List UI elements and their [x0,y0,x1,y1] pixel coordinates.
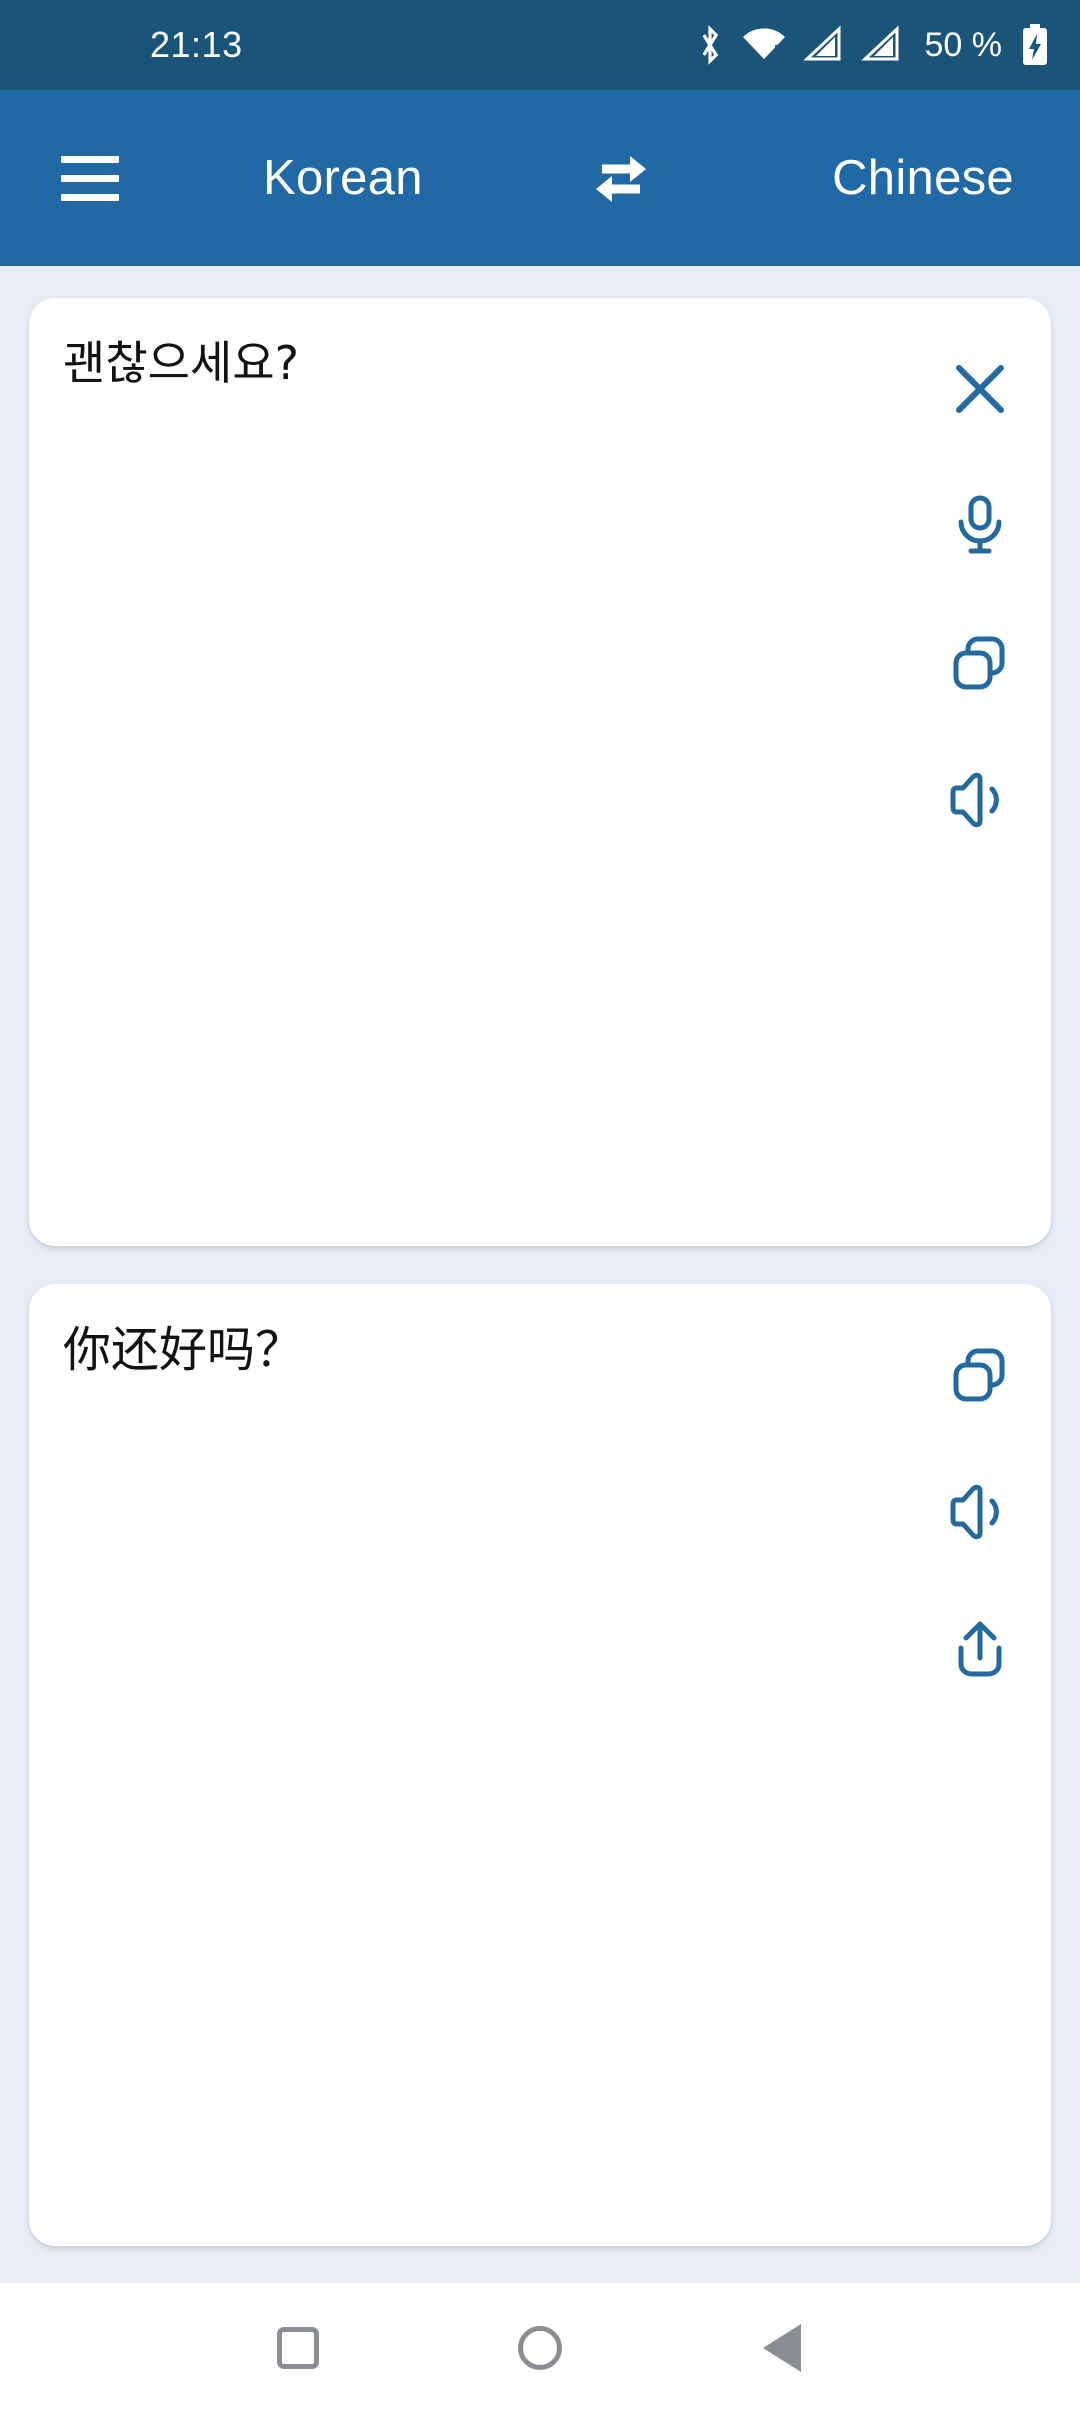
back-button[interactable] [692,2283,872,2412]
menu-icon[interactable] [52,140,128,216]
recents-button[interactable] [208,2283,388,2412]
back-icon [763,2323,801,2372]
status-bar: 21:13 50 % [0,0,1080,90]
signal-sim2-icon [860,25,903,65]
share-button[interactable] [930,1580,1030,1717]
speaker-icon [950,772,1010,828]
target-language-selector[interactable]: Chinese [832,150,1014,206]
app-screen: 21:13 50 % Korean Chinese 괜찮으세요? 你还好吗？ [0,0,1080,2412]
speak-button[interactable] [930,457,1030,594]
battery-charging-icon [1020,23,1050,67]
status-icons: 50 % [695,23,1051,67]
listen-button[interactable] [930,1443,1030,1580]
clear-button[interactable] [930,320,1030,457]
target-text: 你还好吗？ [63,1322,304,1378]
home-button[interactable] [450,2283,630,2412]
target-text-card[interactable]: 你还好吗？ [29,1284,1051,2246]
source-card-actions [930,320,1030,868]
menu-bar-3 [61,193,119,201]
copy-icon [950,633,1010,693]
android-navigation-bar [0,2283,1080,2412]
speaker-icon [950,1484,1010,1540]
translation-panels: 괜찮으세요? 你还好吗？ [0,266,1080,2283]
status-clock: 21:13 [150,24,243,65]
signal-sim1-icon [802,25,845,65]
source-language-selector[interactable]: Korean [263,150,423,206]
source-text[interactable]: 괜찮으세요? [63,332,911,394]
bluetooth-icon [695,24,725,66]
close-icon [951,360,1009,418]
copy-button[interactable] [930,1306,1030,1443]
copy-button[interactable] [930,594,1030,731]
home-icon [518,2325,562,2370]
battery-percentage: 50 % [924,25,1003,64]
share-icon [951,1618,1009,1680]
source-text-card[interactable]: 괜찮으세요? [29,298,1051,1246]
app-toolbar: Korean Chinese [0,90,1080,266]
menu-bar-2 [61,174,119,182]
wifi-icon [741,25,787,65]
listen-button[interactable] [930,731,1030,868]
swap-languages-icon[interactable] [576,133,666,223]
copy-icon [950,1345,1010,1405]
recents-icon [277,2326,319,2369]
target-card-actions [930,1306,1030,1717]
menu-bar-1 [61,155,119,163]
microphone-icon [952,494,1008,558]
